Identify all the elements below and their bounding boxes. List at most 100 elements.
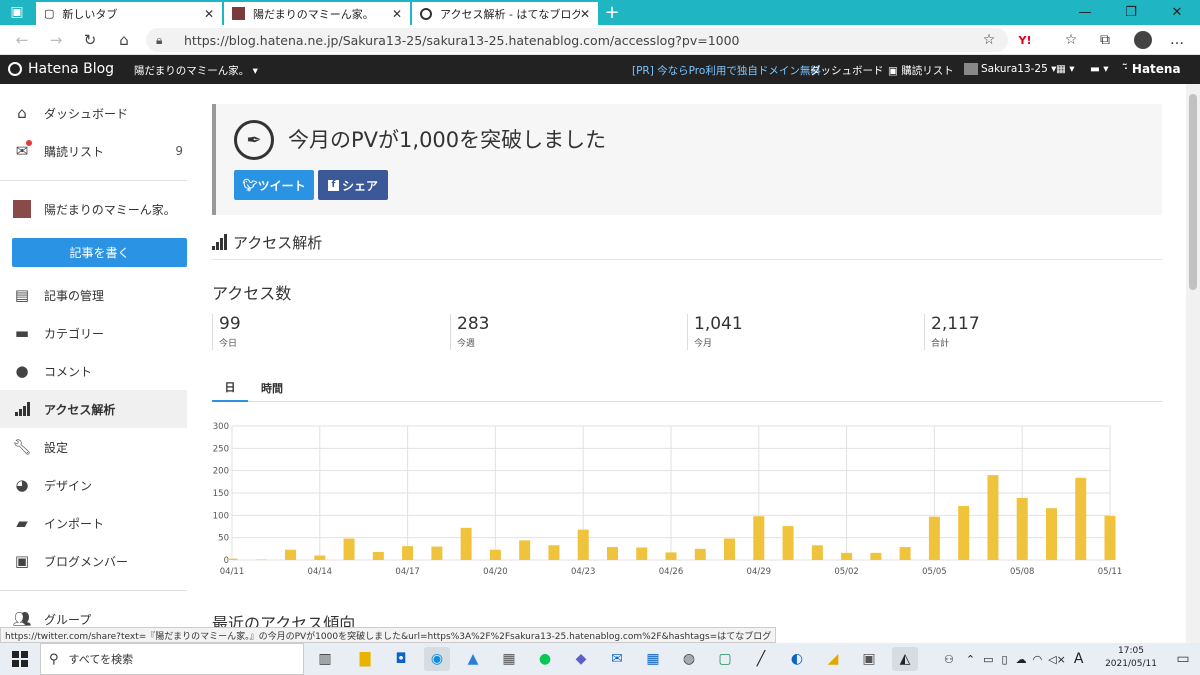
tab-hourly[interactable]: 時間 bbox=[252, 374, 292, 402]
minimize-icon[interactable]: — bbox=[1062, 0, 1108, 25]
battery-icon[interactable]: ▭ bbox=[983, 653, 993, 666]
back-arrow-icon[interactable]: ← bbox=[10, 29, 34, 51]
sidebar-item-dashboard[interactable]: ⌂ ダッシュボード bbox=[0, 94, 187, 132]
tab-daily[interactable]: 日 bbox=[212, 374, 248, 402]
close-icon[interactable]: ✕ bbox=[392, 7, 402, 21]
hatena-link[interactable]: ᐧ̃ Hatena bbox=[1124, 62, 1181, 76]
yahoo-extension-icon[interactable]: Y! bbox=[1014, 30, 1036, 50]
write-article-button[interactable]: 記事を書く bbox=[12, 238, 187, 267]
line-icon[interactable]: ● bbox=[532, 647, 558, 671]
sidebar-item-reading-list[interactable]: ✉ 購読リスト 9 bbox=[0, 132, 187, 170]
reload-icon[interactable]: ↻ bbox=[78, 29, 102, 51]
calendar-icon[interactable]: ▦ bbox=[640, 647, 666, 671]
more-menu-icon[interactable]: … bbox=[1166, 30, 1188, 50]
tweet-button[interactable]: 🐦︎ ツイート bbox=[234, 170, 314, 200]
status-url: https://twitter.com/share?text=『陽だまりのマミー… bbox=[0, 627, 777, 643]
url-field[interactable]: 🔒︎ https://blog.hatena.ne.jp/Sakura13-25… bbox=[146, 28, 1008, 52]
hatena-mark-icon: ᐧ̃ bbox=[1124, 62, 1132, 76]
notification-center-icon[interactable]: ▭ bbox=[1170, 647, 1196, 671]
profile-avatar[interactable] bbox=[1132, 30, 1154, 50]
hatena-blog-logo[interactable]: Hatena Blog bbox=[8, 61, 114, 77]
apps-grid-icon[interactable]: ▦ ▾ bbox=[1056, 63, 1075, 75]
favorite-star-icon[interactable]: ☆ bbox=[978, 30, 1000, 50]
close-icon[interactable]: ✕ bbox=[204, 7, 214, 21]
scrollbar-thumb[interactable] bbox=[1189, 94, 1197, 290]
header-reading-list[interactable]: ▣ 購読リスト bbox=[888, 63, 954, 78]
new-tab-plus-icon[interactable]: + bbox=[601, 2, 623, 23]
chart-bar bbox=[255, 559, 267, 561]
favicon-icon bbox=[232, 7, 245, 20]
access-bar-chart: 0 50 100 150 200 250 300 04/11 04/14 04/17 04/20 04… bbox=[213, 422, 1122, 577]
volume-muted-icon[interactable]: ◁× bbox=[1048, 653, 1066, 666]
teams-icon[interactable]: ◆ bbox=[568, 647, 594, 671]
calculator-icon[interactable]: ▦ bbox=[496, 647, 522, 671]
forward-arrow-icon[interactable]: → bbox=[44, 29, 68, 51]
chart-y-tick-label: 200 bbox=[213, 467, 229, 477]
collections-icon[interactable]: ⧉ bbox=[1094, 30, 1116, 50]
favorites-list-icon[interactable]: ☆ bbox=[1060, 30, 1082, 50]
device-icon[interactable]: ▯ bbox=[1002, 653, 1008, 666]
twitter-bird-icon: 🐦︎ bbox=[242, 178, 258, 192]
vpn-app-icon[interactable]: ◐ bbox=[784, 647, 810, 671]
file-explorer-icon[interactable]: ▇ bbox=[352, 647, 378, 671]
chevron-up-icon[interactable]: ⌃ bbox=[966, 653, 975, 666]
wifi-icon[interactable]: ◠ bbox=[1033, 653, 1043, 666]
sidebar-item-comment[interactable]: ● コメント bbox=[0, 352, 187, 390]
sidebar-blog-link[interactable]: 陽だまりのマミーん家。 bbox=[0, 190, 187, 228]
hatena-header: Hatena Blog 陽だまりのマミーん家。 ▾ [PR] 今ならPro利用で… bbox=[0, 55, 1200, 84]
task-view-icon[interactable]: ▥ bbox=[312, 647, 338, 671]
tab-new-tab[interactable]: ▢ 新しいタブ ✕ bbox=[36, 2, 222, 25]
taskbar-clock[interactable]: 17:05 2021/05/11 bbox=[1096, 645, 1166, 671]
chart-bar bbox=[548, 545, 560, 560]
ime-indicator[interactable]: A bbox=[1074, 651, 1084, 667]
sidebar-item-access-analysis[interactable]: アクセス解析 bbox=[0, 390, 187, 428]
sidebar-item-import[interactable]: ▰ インポート bbox=[0, 504, 187, 542]
cloud-icon[interactable]: ☁ bbox=[1016, 653, 1027, 666]
sidebar-item-settings[interactable]: 🔧︎ 設定 bbox=[0, 428, 187, 466]
tab-access-log[interactable]: アクセス解析 - はてなブログ ✕ bbox=[412, 2, 598, 25]
sticky-app-icon[interactable]: ◢ bbox=[820, 647, 846, 671]
page-scrollbar[interactable] bbox=[1186, 84, 1200, 643]
social-app-icon[interactable]: ◍ bbox=[676, 647, 702, 671]
blog-selector[interactable]: 陽だまりのマミーん家。 ▾ bbox=[134, 63, 258, 78]
header-dashboard-link[interactable]: ダッシュボード bbox=[810, 63, 884, 78]
people-icon[interactable]: ⚇ bbox=[944, 653, 954, 666]
snip-app-icon[interactable]: ▣ bbox=[856, 647, 882, 671]
pen-app-icon[interactable]: ╱ bbox=[748, 647, 774, 671]
sidebar-item-design[interactable]: ◕ デザイン bbox=[0, 466, 187, 504]
user-avatar bbox=[964, 63, 978, 75]
tab-title: 陽だまりのマミーん家。 bbox=[253, 7, 374, 21]
photos-icon[interactable]: ▲ bbox=[460, 647, 486, 671]
palette-icon: ◕ bbox=[15, 476, 29, 494]
restore-icon[interactable]: ❐ bbox=[1108, 0, 1154, 25]
tab-actions-icon[interactable]: ▣ bbox=[6, 2, 28, 22]
sidebar-item-category[interactable]: ▬ カテゴリー bbox=[0, 314, 187, 352]
windows-start-icon[interactable] bbox=[0, 643, 40, 675]
chart-bar bbox=[636, 547, 648, 560]
sidebar-item-members[interactable]: ▣ ブログメンバー bbox=[0, 542, 187, 580]
outlook-icon[interactable]: ◘ bbox=[388, 647, 414, 671]
bing-app-icon[interactable]: ▢ bbox=[712, 647, 738, 671]
tab-blog[interactable]: 陽だまりのマミーん家。 ✕ bbox=[224, 2, 410, 25]
facebook-share-button[interactable]: f シェア bbox=[318, 170, 388, 200]
stat-value: 2,117 bbox=[931, 314, 980, 334]
home-icon[interactable]: ⌂ bbox=[112, 29, 136, 51]
pv-milestone-banner: ✒ 今月のPVが1,000を突破しました 🐦︎ ツイート f シェア bbox=[212, 104, 1162, 215]
logo-text: Hatena Blog bbox=[28, 61, 115, 77]
promo-link[interactable]: [PR] 今ならPro利用で独自ドメイン無料 bbox=[632, 63, 821, 78]
notification-icon[interactable]: ▬ ▾ bbox=[1090, 63, 1109, 75]
mail-app-icon[interactable]: ✉ bbox=[604, 647, 630, 671]
wrench-icon: 🔧︎ bbox=[12, 438, 32, 456]
edge-browser-icon[interactable]: ◉ bbox=[424, 647, 450, 671]
address-bar: ← → ↻ ⌂ 🔒︎ https://blog.hatena.ne.jp/Sak… bbox=[0, 25, 1200, 55]
sidebar-item-label: ダッシュボード bbox=[44, 106, 129, 121]
chart-bar bbox=[724, 538, 736, 560]
close-icon[interactable]: ✕ bbox=[580, 7, 590, 21]
user-menu[interactable]: Sakura13-25 ▾ bbox=[964, 63, 1056, 75]
sidebar-item-articles[interactable]: ▤ 記事の管理 bbox=[0, 276, 187, 314]
taskbar-search-input[interactable]: ⚲ すべてを検索 bbox=[40, 643, 304, 675]
blog-avatar bbox=[12, 200, 32, 218]
hatena-app-icon[interactable]: ◭ bbox=[892, 647, 918, 671]
close-window-icon[interactable]: ✕ bbox=[1154, 0, 1200, 25]
page-icon: ▢ bbox=[44, 7, 55, 20]
